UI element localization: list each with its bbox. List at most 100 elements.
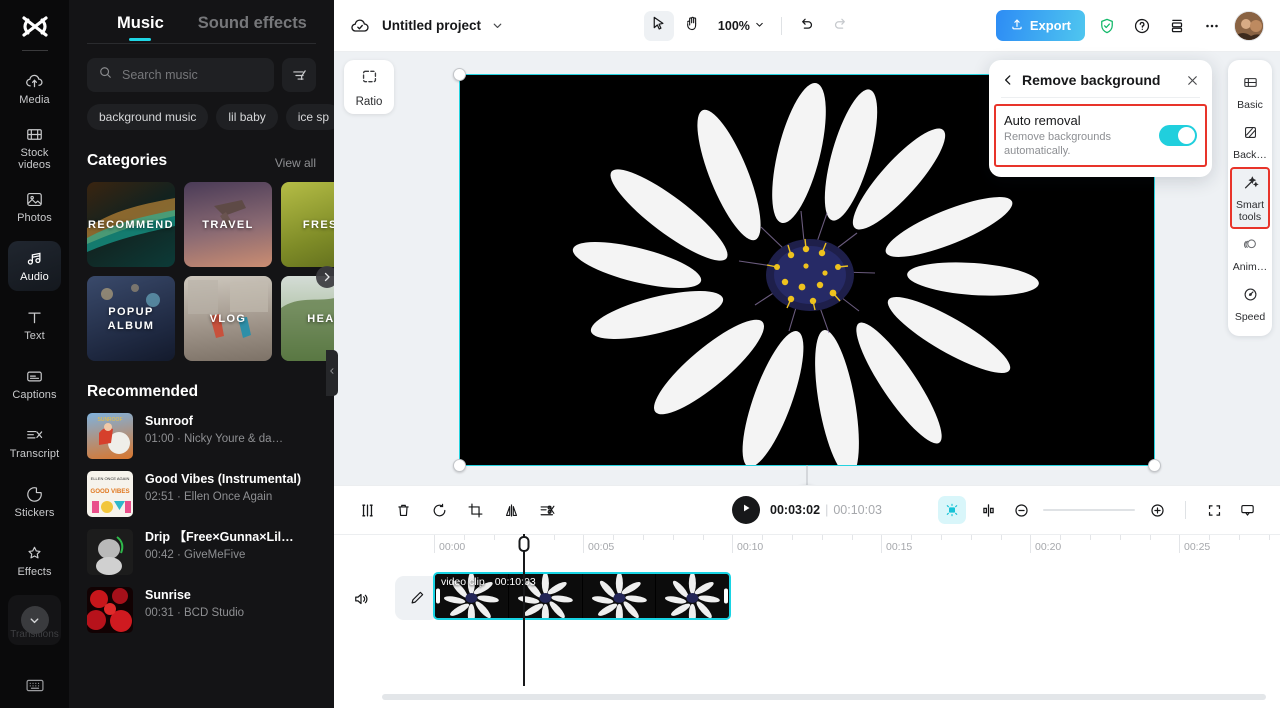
timeline-view-controls xyxy=(938,496,1258,524)
panel-tabs: Music Sound effects xyxy=(69,0,334,43)
category-card[interactable]: RECOMMEND xyxy=(87,182,175,267)
clip-trim-handle-left[interactable] xyxy=(436,588,440,604)
category-card[interactable]: POPUP ALBUM xyxy=(87,276,175,361)
redo-button[interactable] xyxy=(826,11,856,41)
ruler-tick xyxy=(1209,535,1210,540)
play-button[interactable] xyxy=(732,496,761,524)
trash-icon[interactable] xyxy=(392,499,414,521)
cut-transcript-icon[interactable] xyxy=(536,499,558,521)
tool-label: Anim… xyxy=(1232,261,1268,273)
chevron-left-icon[interactable] xyxy=(1001,73,1015,87)
category-card[interactable]: TRAVEL xyxy=(184,182,272,267)
clip-thumbnail xyxy=(582,574,657,618)
timeline-ruler[interactable]: 00:00 00:05 00:10 00:15 00:20 00:25 xyxy=(334,534,1280,560)
header-right-actions: Export xyxy=(995,10,1264,41)
question-circle-icon[interactable] xyxy=(1129,13,1155,39)
track-art-graphic xyxy=(96,536,124,575)
category-card[interactable]: FRESH xyxy=(281,182,334,267)
plus-circle-icon[interactable] xyxy=(1146,499,1168,521)
animation-icon xyxy=(1242,236,1259,258)
pan-tool-button[interactable] xyxy=(678,11,708,41)
sidebar-item-media[interactable]: Media xyxy=(8,64,61,114)
mirror-icon[interactable] xyxy=(500,499,522,521)
search-input-wrapper[interactable] xyxy=(87,58,274,92)
sidebar-item-stock-videos[interactable]: Stock videos xyxy=(8,123,61,173)
panel-collapse-toggle[interactable] xyxy=(326,350,338,396)
clip-trim-handle-right[interactable] xyxy=(724,588,728,604)
zoom-level-selector[interactable]: 100% xyxy=(718,19,765,33)
tool-animation[interactable]: Anim… xyxy=(1230,229,1270,279)
freeze-icon[interactable] xyxy=(428,499,450,521)
playhead-knob[interactable] xyxy=(518,536,530,552)
chip-lil-baby[interactable]: lil baby xyxy=(216,104,278,130)
sidebar-item-effects[interactable]: Effects xyxy=(8,536,61,586)
undo-button[interactable] xyxy=(792,11,822,41)
export-button[interactable]: Export xyxy=(995,10,1085,41)
preview-icon[interactable] xyxy=(1236,499,1258,521)
ruler-tick xyxy=(494,535,495,540)
sidebar-item-transcript[interactable]: Transcript xyxy=(8,418,61,468)
chevron-right-icon[interactable] xyxy=(316,266,334,288)
sidebar-item-label: Stickers xyxy=(14,506,55,519)
resize-handle-bottom-right[interactable] xyxy=(1148,459,1161,472)
sidebar-item-text[interactable]: Text xyxy=(8,300,61,350)
auto-removal-toggle[interactable] xyxy=(1159,125,1197,146)
category-card[interactable]: HEAL xyxy=(281,276,334,361)
ellipsis-icon[interactable] xyxy=(1199,13,1225,39)
text-t-icon xyxy=(25,308,44,327)
list-item[interactable]: ELLEN ONCE AGAIN GOOD VIBES Good Vibes (… xyxy=(69,459,334,517)
tool-basic[interactable]: Basic xyxy=(1230,67,1270,117)
timeline-video-clip[interactable]: video clip 00:10:03 xyxy=(433,572,731,620)
select-tool-button[interactable] xyxy=(643,10,674,41)
sidebar-item-audio[interactable]: Audio xyxy=(8,241,61,291)
split-view-icon[interactable] xyxy=(977,499,999,521)
resize-handle-top-left[interactable] xyxy=(453,68,466,81)
track-meta: Sunrise 00:31 · BCD Studio xyxy=(145,587,244,619)
sidebar-more-toggle[interactable]: Transitions xyxy=(8,595,61,645)
clip-thumbnail xyxy=(656,574,729,618)
play-icon xyxy=(740,501,752,519)
fit-screen-icon[interactable] xyxy=(1203,499,1225,521)
sidebar-item-label: Captions xyxy=(12,388,57,401)
ratio-button[interactable]: Ratio xyxy=(344,60,394,114)
magnet-icon[interactable] xyxy=(938,496,966,524)
time-display: 00:03:02 | 00:10:03 xyxy=(770,503,882,517)
close-icon[interactable] xyxy=(1185,73,1200,88)
category-card[interactable]: VLOG xyxy=(184,276,272,361)
tool-label: Speed xyxy=(1234,311,1266,323)
tool-background[interactable]: Back… xyxy=(1230,117,1270,167)
chevron-down-icon[interactable] xyxy=(491,19,504,32)
keyboard-icon[interactable] xyxy=(25,678,44,698)
chevron-down-icon[interactable] xyxy=(20,606,49,634)
tab-sound-effects[interactable]: Sound effects xyxy=(198,14,307,43)
list-item[interactable]: SUNROOF Sunroof 01:00 · Nicky Youre & da… xyxy=(69,401,334,459)
auto-removal-row[interactable]: Auto removal Remove backgrounds automati… xyxy=(994,104,1207,167)
playhead[interactable] xyxy=(518,534,530,686)
sidebar-item-captions[interactable]: Captions xyxy=(8,359,61,409)
user-avatar[interactable] xyxy=(1233,10,1264,41)
ruler-tick xyxy=(1060,535,1061,540)
recommended-title: Recommended xyxy=(87,383,199,400)
stack-icon[interactable] xyxy=(1164,13,1190,39)
shield-check-icon[interactable] xyxy=(1094,13,1120,39)
list-item[interactable]: Sunrise 00:31 · BCD Studio xyxy=(69,575,334,633)
crop-icon[interactable] xyxy=(464,499,486,521)
chip-ice-spice[interactable]: ice sp xyxy=(285,104,334,130)
timeline-horizontal-scrollbar[interactable] xyxy=(382,694,1266,700)
minus-circle-icon[interactable] xyxy=(1010,499,1032,521)
chip-background-music[interactable]: background music xyxy=(87,104,209,130)
search-input[interactable] xyxy=(122,68,263,82)
split-icon[interactable] xyxy=(356,499,378,521)
filter-icon[interactable] xyxy=(282,58,316,92)
sidebar-item-stickers[interactable]: Stickers xyxy=(8,477,61,527)
tool-smart-tools[interactable]: Smart tools xyxy=(1230,167,1270,229)
timeline-zoom-slider[interactable] xyxy=(1043,509,1135,511)
view-all-link[interactable]: View all xyxy=(275,156,316,170)
resize-handle-bottom-left[interactable] xyxy=(453,459,466,472)
capcut-logo-icon[interactable] xyxy=(18,14,52,42)
sidebar-item-photos[interactable]: Photos xyxy=(8,182,61,232)
tab-music[interactable]: Music xyxy=(117,14,164,43)
list-item[interactable]: Drip 【Free×Gunna×Lil… 00:42 · GiveMeFive xyxy=(69,517,334,575)
tool-speed[interactable]: Speed xyxy=(1230,279,1270,329)
speaker-icon[interactable] xyxy=(348,586,374,612)
